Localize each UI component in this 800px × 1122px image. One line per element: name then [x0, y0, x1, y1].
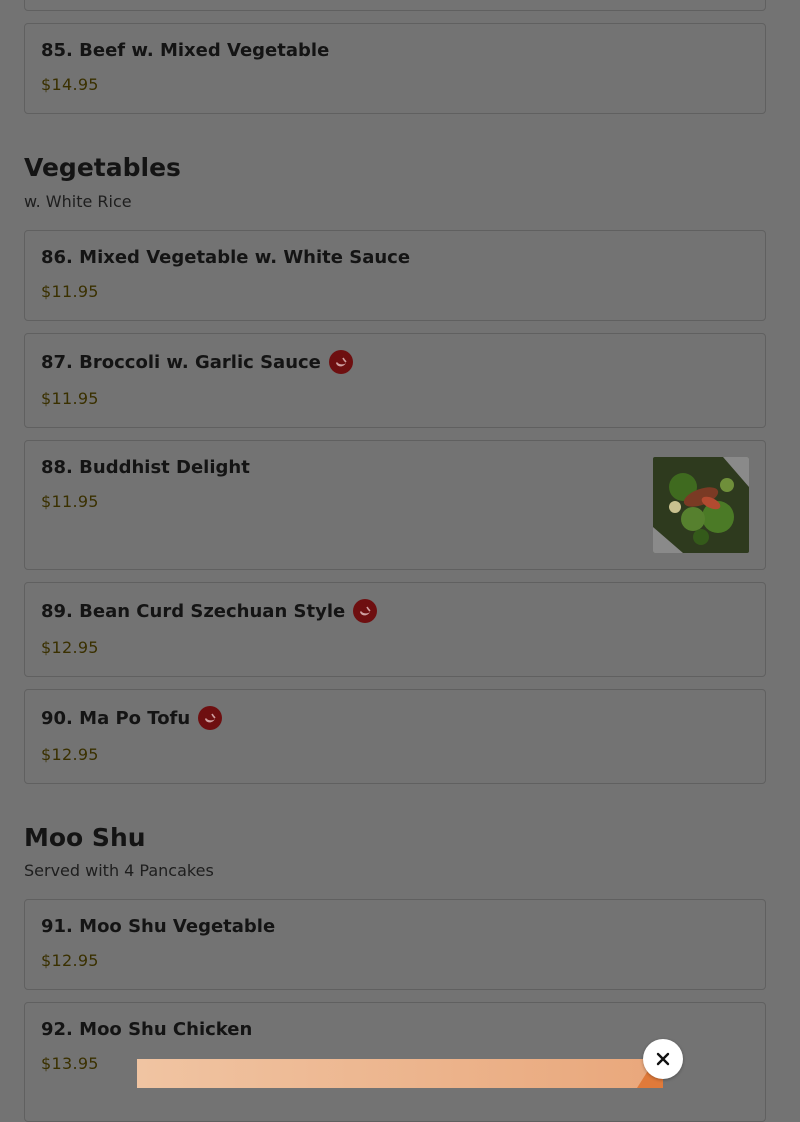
item-price: $11.95 [41, 492, 99, 511]
menu-item-card[interactable]: 89. Bean Curd Szechuan Style $12.95 [24, 582, 766, 677]
menu-item-card[interactable]: 88. Buddhist Delight $11.95 [24, 440, 766, 570]
item-name: 91. Moo Shu Vegetable [41, 916, 276, 937]
chili-pepper-icon [198, 706, 223, 730]
item-price: $12.95 [41, 745, 99, 764]
section-subtitle: w. White Rice [24, 192, 132, 211]
promo-panel[interactable] [137, 1059, 663, 1088]
chili-pepper-icon [328, 350, 353, 374]
close-icon [656, 1052, 670, 1066]
menu-item-card[interactable]: 90. Ma Po Tofu $12.95 [24, 689, 766, 784]
menu-item-card[interactable]: 91. Moo Shu Vegetable $12.95 [24, 899, 766, 990]
section-subtitle: Served with 4 Pancakes [24, 861, 214, 880]
item-name: 85. Beef w. Mixed Vegetable [41, 40, 330, 61]
item-price: $11.95 [41, 282, 99, 301]
item-name: 88. Buddhist Delight [41, 457, 250, 478]
item-price: $11.95 [41, 389, 99, 408]
section-title: Vegetables [24, 153, 181, 182]
item-name: 90. Ma Po Tofu [41, 706, 223, 730]
chili-pepper-icon [353, 599, 378, 623]
menu-item-card[interactable]: 86. Mixed Vegetable w. White Sauce $11.9… [24, 230, 766, 321]
item-price: $12.95 [41, 951, 99, 970]
menu-item-card[interactable]: 85. Beef w. Mixed Vegetable $14.95 [24, 23, 766, 114]
item-name: 87. Broccoli w. Garlic Sauce [41, 350, 353, 374]
item-price: $13.95 [41, 1054, 99, 1073]
menu-page: 85. Beef w. Mixed Vegetable $14.95 Veget… [0, 0, 800, 1122]
close-button[interactable] [643, 1039, 683, 1079]
item-name: 86. Mixed Vegetable w. White Sauce [41, 247, 411, 268]
food-image[interactable] [653, 457, 749, 553]
item-price: $14.95 [41, 75, 99, 94]
menu-item-card[interactable] [24, 0, 766, 11]
item-price: $12.95 [41, 638, 99, 657]
item-name: 92. Moo Shu Chicken [41, 1019, 253, 1040]
item-name: 89. Bean Curd Szechuan Style [41, 599, 378, 623]
section-title: Moo Shu [24, 823, 146, 852]
menu-item-card[interactable]: 87. Broccoli w. Garlic Sauce $11.95 [24, 333, 766, 428]
